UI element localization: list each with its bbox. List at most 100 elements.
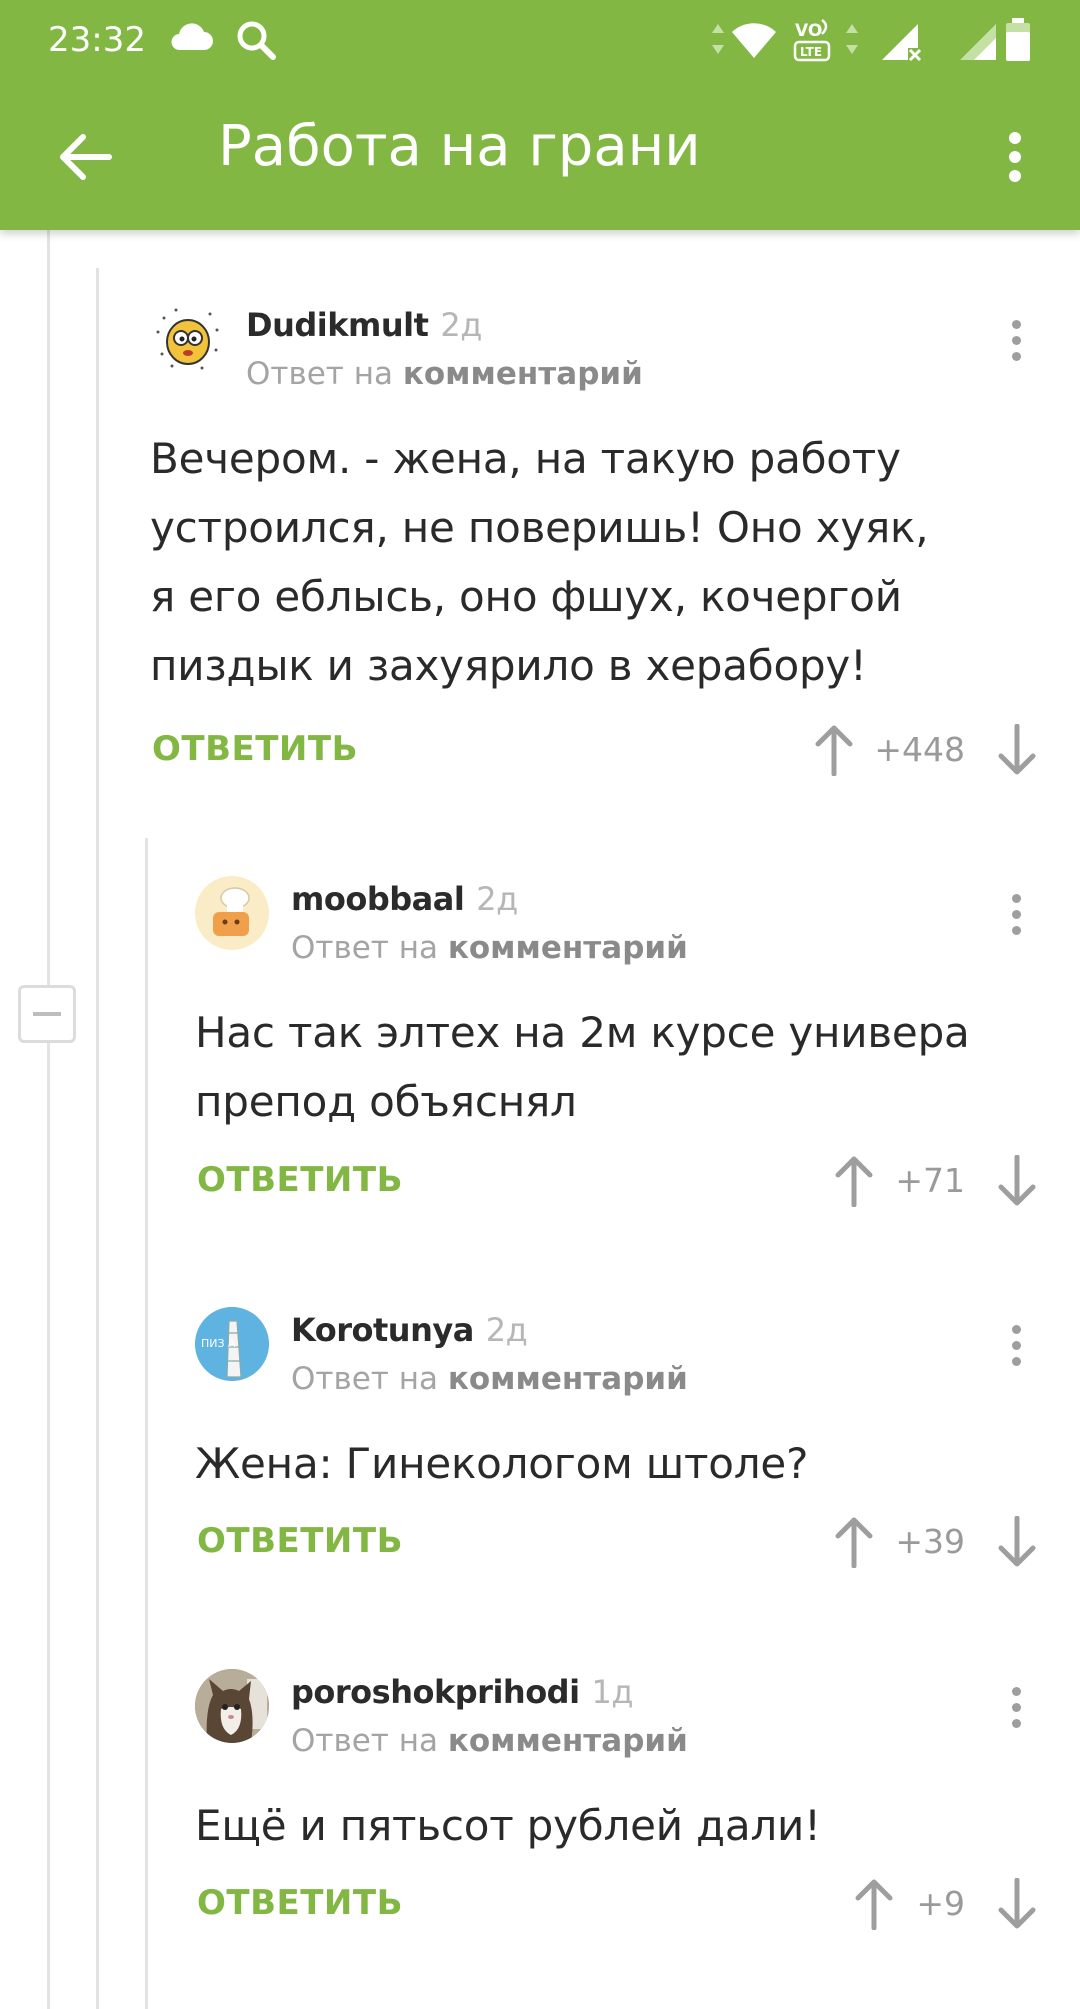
more-vertical-icon bbox=[1011, 893, 1021, 903]
author-name: Korotunya bbox=[291, 1311, 474, 1349]
more-dot bbox=[1011, 351, 1021, 361]
app-bar: 23:32 VO LTE Работа на грани bbox=[0, 0, 1080, 230]
svg-text:LTE: LTE bbox=[800, 45, 822, 59]
arrow-down-icon bbox=[998, 724, 1036, 775]
more-dot bbox=[1011, 925, 1021, 935]
avatar[interactable] bbox=[195, 876, 269, 950]
comment-age: 2д bbox=[440, 306, 482, 344]
more-vertical-icon bbox=[1011, 1686, 1021, 1696]
comment-author[interactable]: moobbaal 2д bbox=[291, 880, 518, 918]
comment-text: Нас так элтех на 2м курсе универа препод… bbox=[195, 1008, 970, 1126]
more-vertical-icon bbox=[1009, 132, 1021, 182]
comment: moobbaal 2д Ответ на комментарий Нас так … bbox=[195, 876, 1036, 1226]
author-name: moobbaal bbox=[291, 880, 465, 918]
arrow-down-icon bbox=[998, 1878, 1036, 1929]
arrow-up-icon bbox=[855, 1879, 893, 1930]
back-button[interactable] bbox=[40, 112, 130, 202]
reply-to-link[interactable]: комментарий bbox=[448, 930, 688, 966]
comment-score: +448 bbox=[874, 730, 965, 769]
comment-menu-button[interactable] bbox=[996, 1677, 1036, 1737]
more-dot bbox=[1011, 1718, 1021, 1728]
more-vertical-icon bbox=[1011, 319, 1021, 329]
data-activity-icon bbox=[712, 24, 724, 54]
comment: poroshokprihodi 1д Ответ на комментарий Е… bbox=[195, 1669, 1036, 1959]
minus-icon bbox=[33, 1012, 61, 1016]
thread-line-root bbox=[47, 230, 50, 2009]
comment-score: +39 bbox=[895, 1522, 965, 1561]
comment: ПИЗ А Korotunya 2д Ответ на комментарий Ж… bbox=[195, 1307, 1036, 1597]
arrow-left-icon bbox=[60, 134, 112, 180]
downvote-button[interactable] bbox=[992, 1874, 1042, 1934]
comment-author[interactable]: poroshokprihodi 1д bbox=[291, 1673, 634, 1711]
comment-text: Жена: Гинекологом штоле? bbox=[195, 1439, 809, 1488]
avatar-face-icon bbox=[151, 303, 223, 375]
more-vertical-icon bbox=[1011, 1324, 1021, 1334]
comment-author[interactable]: Dudikmult 2д bbox=[246, 306, 482, 344]
reply-to-prefix: Ответ на bbox=[291, 1723, 438, 1759]
reply-to-link[interactable]: комментарий bbox=[448, 1361, 688, 1397]
search-icon bbox=[237, 21, 276, 60]
more-dot bbox=[1011, 909, 1021, 919]
overflow-menu-button[interactable] bbox=[980, 112, 1050, 202]
arrow-down-icon bbox=[998, 1516, 1036, 1567]
reply-button[interactable]: ОТВЕТИТЬ bbox=[152, 729, 358, 769]
downvote-button[interactable] bbox=[992, 1151, 1042, 1211]
reply-to-line: Ответ на комментарий bbox=[291, 930, 688, 966]
wifi-icon bbox=[732, 23, 776, 58]
signal-no-service-icon bbox=[882, 24, 922, 62]
reply-to-link[interactable]: комментарий bbox=[448, 1723, 688, 1759]
avatar-tower-icon: ПИЗ А bbox=[195, 1307, 269, 1381]
comment: Dudikmult 2д Ответ на комментарий Вечером… bbox=[150, 302, 1036, 782]
avatar[interactable]: ПИЗ А bbox=[195, 1307, 269, 1381]
reply-to-line: Ответ на комментарий bbox=[291, 1361, 688, 1397]
comment-menu-button[interactable] bbox=[996, 310, 1036, 370]
upvote-button[interactable] bbox=[849, 1874, 899, 1934]
comment-menu-button[interactable] bbox=[996, 1315, 1036, 1375]
author-name: poroshokprihodi bbox=[291, 1673, 580, 1711]
reply-to-prefix: Ответ на bbox=[291, 930, 438, 966]
more-dot bbox=[1011, 1356, 1021, 1366]
comment-age: 1д bbox=[591, 1673, 634, 1711]
arrow-up-icon bbox=[815, 725, 853, 776]
upvote-button[interactable] bbox=[829, 1512, 879, 1572]
battery-icon bbox=[1006, 18, 1030, 61]
more-dot bbox=[1011, 1702, 1021, 1712]
avatar[interactable] bbox=[150, 302, 224, 376]
svg-text:VO: VO bbox=[795, 21, 822, 41]
status-bar: 23:32 VO LTE bbox=[0, 0, 1080, 84]
svg-text:ПИЗ А: ПИЗ А bbox=[201, 1337, 236, 1350]
more-dot bbox=[1011, 335, 1021, 345]
arrow-up-icon bbox=[835, 1517, 873, 1568]
thread-line-level-2 bbox=[145, 838, 148, 2009]
comment-text: Ещё и пятьсот рублей дали! bbox=[195, 1801, 821, 1850]
upvote-button[interactable] bbox=[809, 720, 859, 780]
collapse-thread-button[interactable] bbox=[18, 985, 76, 1043]
comment-score: +9 bbox=[916, 1884, 965, 1923]
downvote-button[interactable] bbox=[992, 720, 1042, 780]
downvote-button[interactable] bbox=[992, 1512, 1042, 1572]
page-title: Работа на грани bbox=[218, 114, 701, 179]
reply-to-prefix: Ответ на bbox=[291, 1361, 438, 1397]
toolbar: Работа на грани bbox=[0, 84, 1080, 230]
comment-menu-button[interactable] bbox=[996, 884, 1036, 944]
reply-button[interactable]: ОТВЕТИТЬ bbox=[197, 1883, 403, 1923]
avatar[interactable] bbox=[195, 1669, 269, 1743]
more-dot bbox=[1011, 1340, 1021, 1350]
volte-icon: VO LTE bbox=[793, 19, 831, 62]
comment-score: +71 bbox=[895, 1161, 965, 1200]
comment-age: 2д bbox=[476, 880, 518, 918]
arrow-up-icon bbox=[835, 1156, 873, 1207]
reply-button[interactable]: ОТВЕТИТЬ bbox=[197, 1160, 403, 1200]
reply-to-link[interactable]: комментарий bbox=[403, 356, 643, 392]
reply-button[interactable]: ОТВЕТИТЬ bbox=[197, 1521, 403, 1561]
arrow-down-icon bbox=[998, 1155, 1036, 1206]
comment-author[interactable]: Korotunya 2д bbox=[291, 1311, 528, 1349]
reply-to-line: Ответ на комментарий bbox=[246, 356, 643, 392]
reply-to-line: Ответ на комментарий bbox=[291, 1723, 688, 1759]
avatar-chef-icon bbox=[195, 876, 269, 950]
upvote-button[interactable] bbox=[829, 1151, 879, 1211]
comment-age: 2д bbox=[485, 1311, 528, 1349]
data-activity-icon-2 bbox=[846, 24, 858, 54]
comment-text: Вечером. - жена, на такую работу устроил… bbox=[150, 434, 929, 690]
author-name: Dudikmult bbox=[246, 306, 429, 344]
